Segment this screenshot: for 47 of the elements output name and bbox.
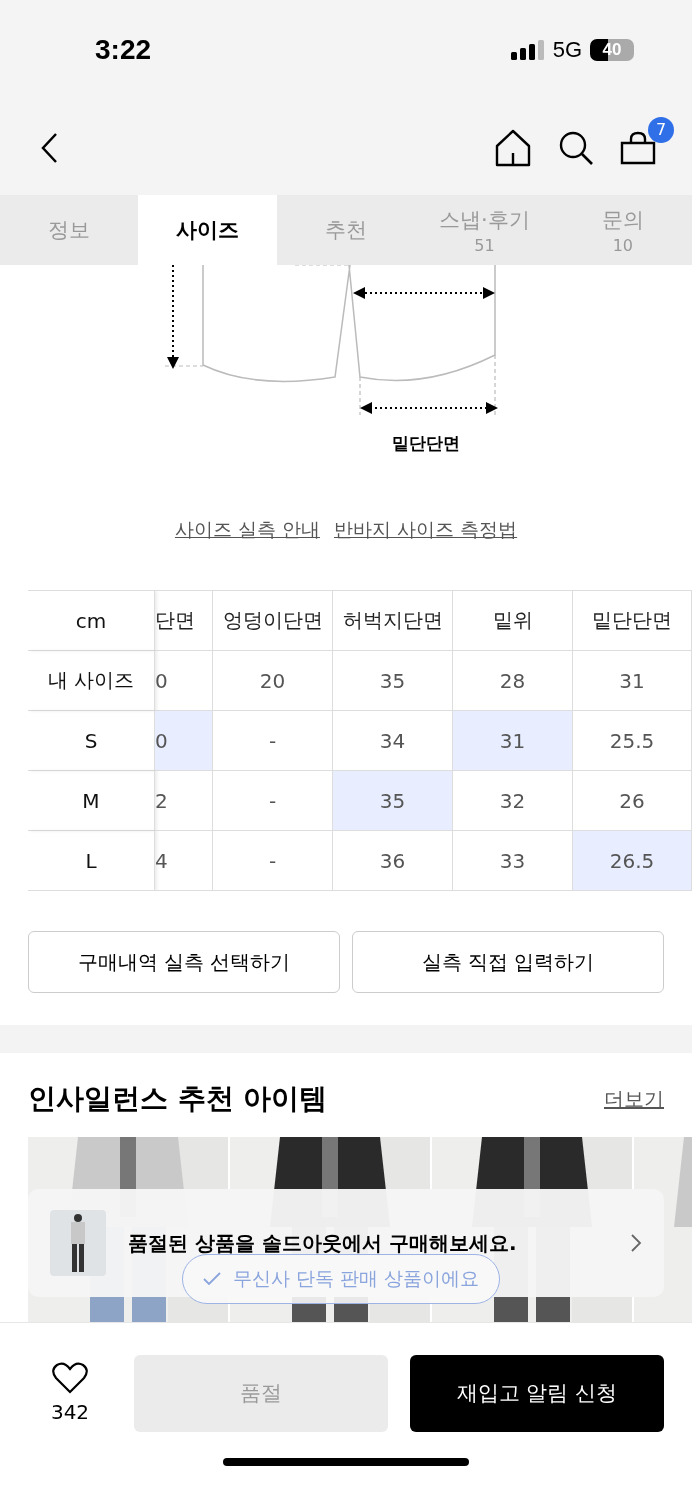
guide-link[interactable]: 반바지 사이즈 측정법 — [334, 517, 518, 543]
search-icon[interactable] — [558, 129, 594, 166]
shopping-bag-icon[interactable] — [620, 130, 656, 165]
table-cell: - — [213, 831, 333, 891]
table-cell: 25.5 — [573, 711, 692, 771]
column-header: 허벅지단면 — [333, 591, 453, 651]
back-icon[interactable] — [40, 131, 60, 164]
table-cell: 36 — [333, 831, 453, 891]
table-cell: 31 — [573, 651, 692, 711]
exclusive-toast: 무신사 단독 판매 상품이에요 — [182, 1254, 501, 1304]
restock-alert-button[interactable]: 재입고 알림 신청 — [410, 1354, 664, 1432]
guide-link[interactable]: 사이즈 실측 안내 — [174, 517, 320, 543]
table-cell: 26.5 — [573, 831, 692, 891]
banner-text: 품절된 상품을 솔드아웃에서 구매해보세요. — [128, 1229, 518, 1257]
table-cell: 4 — [155, 831, 213, 891]
table-cell: 35 — [333, 771, 453, 831]
clock-time: 3:22 — [95, 34, 152, 66]
table-cell: 20 — [213, 651, 333, 711]
row-header: M — [28, 771, 155, 831]
cart-count-badge: 7 — [648, 116, 674, 143]
tab[interactable]: 사이즈 — [138, 195, 277, 265]
row-header: 내 사이즈 — [28, 651, 155, 711]
like-count: 342 — [50, 1400, 90, 1424]
size-button[interactable]: 구매내역 실측 선택하기 — [28, 931, 340, 993]
home-icon[interactable] — [494, 128, 532, 167]
table-cell: 0 — [155, 711, 213, 771]
home-indicator[interactable] — [223, 1457, 469, 1466]
size-button[interactable]: 실측 직접 입력하기 — [352, 931, 664, 993]
chevron-right-icon — [630, 1233, 642, 1253]
table-cell: 31 — [453, 711, 573, 771]
network-label: 5G — [552, 37, 582, 63]
column-header: cm — [28, 591, 155, 651]
table-cell: 32 — [453, 771, 573, 831]
row-header: L — [28, 831, 155, 891]
table-cell: 2 — [155, 771, 213, 831]
column-header: 밑위 — [453, 591, 573, 651]
column-header: 단면 — [155, 591, 213, 651]
check-icon — [203, 1272, 221, 1286]
signal-icon — [510, 40, 545, 60]
table-cell: 35 — [333, 651, 453, 711]
more-link[interactable]: 더보기 — [604, 1085, 664, 1113]
column-header: 밑단단면 — [573, 591, 692, 651]
heart-icon[interactable] — [52, 1362, 88, 1394]
column-header: 엉덩이단면 — [213, 591, 333, 651]
section-title: 인사일런스 추천 아이템 — [28, 1081, 328, 1117]
measurement-label: 밑단단면 — [392, 432, 461, 455]
table-cell: - — [213, 711, 333, 771]
